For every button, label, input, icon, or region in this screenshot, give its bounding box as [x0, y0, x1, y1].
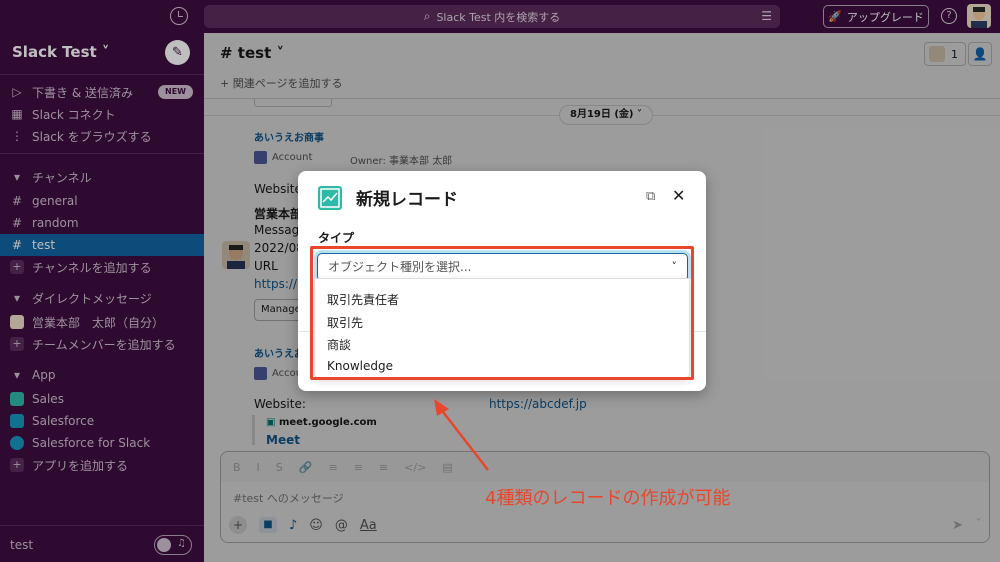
annotation-arrow: [434, 399, 489, 471]
annotation-text: 4種類のレコードの作成が可能: [485, 488, 731, 509]
